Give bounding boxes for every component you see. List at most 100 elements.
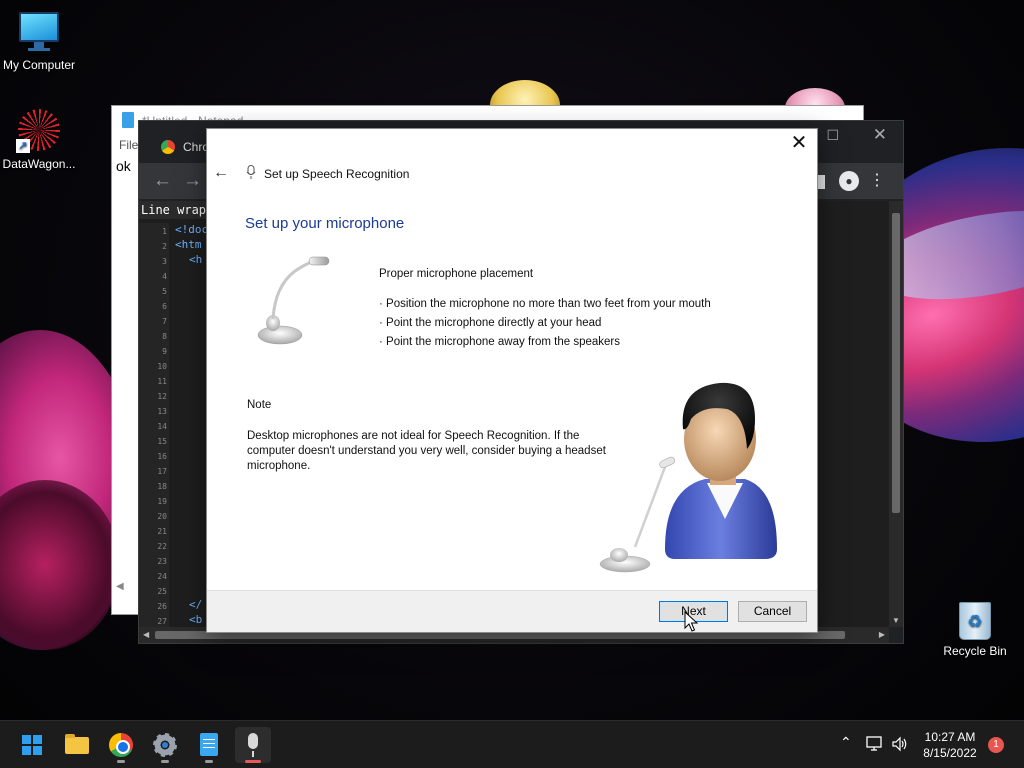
placement-tips-list: · Position the microphone no more than t… [379,298,711,355]
notepad-text-content[interactable]: ok [116,158,131,174]
line-number: 8 [162,332,167,341]
speech-setup-dialog: ✕ ← Set up Speech Recognition Set up you… [206,128,818,633]
line-number: 22 [157,542,167,551]
back-arrow-icon[interactable]: ← [213,164,229,182]
page-heading: Set up your microphone [245,215,405,232]
windows-logo-icon [22,735,42,755]
notepad-menu-file[interactable]: File [119,138,138,152]
code-line: <!doc [175,223,209,236]
note-title: Note [247,399,272,411]
line-number: 11 [157,377,167,386]
line-number: 25 [157,587,167,596]
line-number: 13 [157,407,167,416]
line-number: 4 [162,272,167,281]
running-indicator [161,760,169,763]
clock-time: 10:27 AM [924,730,976,744]
vertical-scrollbar[interactable]: ▼ [889,201,903,627]
start-button[interactable] [14,727,50,763]
scroll-down-icon[interactable]: ▼ [892,616,900,625]
cancel-button[interactable]: Cancel [738,601,807,622]
running-indicator [205,760,213,763]
microphone-icon [248,733,258,757]
folder-icon [65,734,89,754]
code-line: <htm [175,238,202,251]
close-icon[interactable]: ✕ [789,133,809,153]
code-line: </ [189,598,203,611]
line-number: 14 [157,422,167,431]
notepad-icon [122,112,134,128]
volume-icon[interactable] [891,736,909,752]
line-number: 27 [157,617,167,626]
taskbar-notepad[interactable] [191,727,227,763]
notification-badge[interactable]: 1 [988,737,1004,753]
scroll-left-icon[interactable]: ◀ [116,581,124,592]
desktop-icon-label: Recycle Bin [943,644,1007,658]
chrome-tab-icon [161,140,175,154]
window-close-icon[interactable]: ✕ [873,125,887,145]
scrollbar-thumb[interactable] [892,213,900,513]
list-item: · Point the microphone directly at your … [379,317,602,329]
line-number: 17 [157,467,167,476]
system-clock[interactable]: 10:27 AM 8/15/2022 [914,729,986,761]
line-number-gutter: 1 2 3 4 5 6 7 8 9 10 11 12 13 14 15 16 17 18 19 20 21 22 23 24 2… [139,223,169,627]
desktop-icon-recycle-bin[interactable]: ♻ Recycle Bin [933,598,1017,658]
line-number: 19 [157,497,167,506]
taskbar-settings[interactable] [147,727,183,763]
clock-date: 8/15/2022 [923,746,977,760]
line-number: 18 [157,482,167,491]
gear-icon [153,733,177,757]
placement-title: Proper microphone placement [379,268,534,280]
wizard-title: Set up Speech Recognition [264,167,410,181]
line-number: 7 [162,317,167,326]
desk-microphone-illustration [257,256,330,345]
chevron-up-icon[interactable]: ⌃ [840,734,852,751]
extension-icon[interactable] [818,175,825,189]
list-item: · Position the microphone no more than t… [379,298,711,310]
line-number: 21 [157,527,167,536]
line-number: 2 [162,242,167,251]
profile-icon[interactable]: ● [839,171,859,191]
desktop-icon-my-computer[interactable]: My Computer [0,10,81,72]
scroll-left-icon[interactable]: ◀ [143,630,149,639]
line-number: 24 [157,572,167,581]
line-number: 10 [157,362,167,371]
desktop-icon-label: DataWagon... [2,157,76,171]
note-body: Desktop microphones are not ideal for Sp… [247,430,606,472]
scroll-right-icon[interactable]: ▶ [879,630,885,639]
line-number: 6 [162,302,167,311]
line-number: 16 [157,452,167,461]
running-indicator [117,760,125,763]
chrome-icon [109,733,133,757]
line-number: 20 [157,512,167,521]
notepad-icon [200,733,218,756]
desktop-icon-datawagon[interactable]: ↗ DataWagon... [0,107,81,171]
desktop-icon-label: My Computer [2,58,76,72]
mouse-cursor-icon [684,611,698,632]
maximize-icon[interactable]: ☐ [826,127,839,144]
datawagon-icon: ↗ [16,107,62,153]
line-number: 15 [157,437,167,446]
menu-kebab-icon[interactable]: ⋮ [869,170,885,190]
line-number: 26 [157,602,167,611]
taskbar-speech-recognition[interactable] [235,727,271,763]
line-number: 12 [157,392,167,401]
recycle-bin-icon: ♻ [955,598,995,640]
line-wrap-toggle[interactable]: Line wrap [139,201,209,219]
computer-icon [17,10,61,54]
taskbar-chrome[interactable] [103,727,139,763]
code-line: <b [189,613,203,626]
line-number: 9 [162,347,167,356]
dialog-footer: Next Cancel [207,590,817,632]
line-number: 1 [162,227,167,236]
forward-icon[interactable]: → [183,170,202,192]
running-indicator [245,760,261,763]
taskbar-file-explorer[interactable] [59,727,95,763]
back-icon[interactable]: ← [153,170,172,192]
microphone-icon [246,165,256,179]
list-item: · Point the microphone away from the spe… [379,336,620,348]
network-icon[interactable] [866,736,884,752]
line-number: 23 [157,557,167,566]
line-number: 3 [162,257,167,266]
person-with-microphone-illustration [599,382,777,573]
taskbar: ⌃ 10:27 AM 8/15/2022 1 [0,720,1024,768]
